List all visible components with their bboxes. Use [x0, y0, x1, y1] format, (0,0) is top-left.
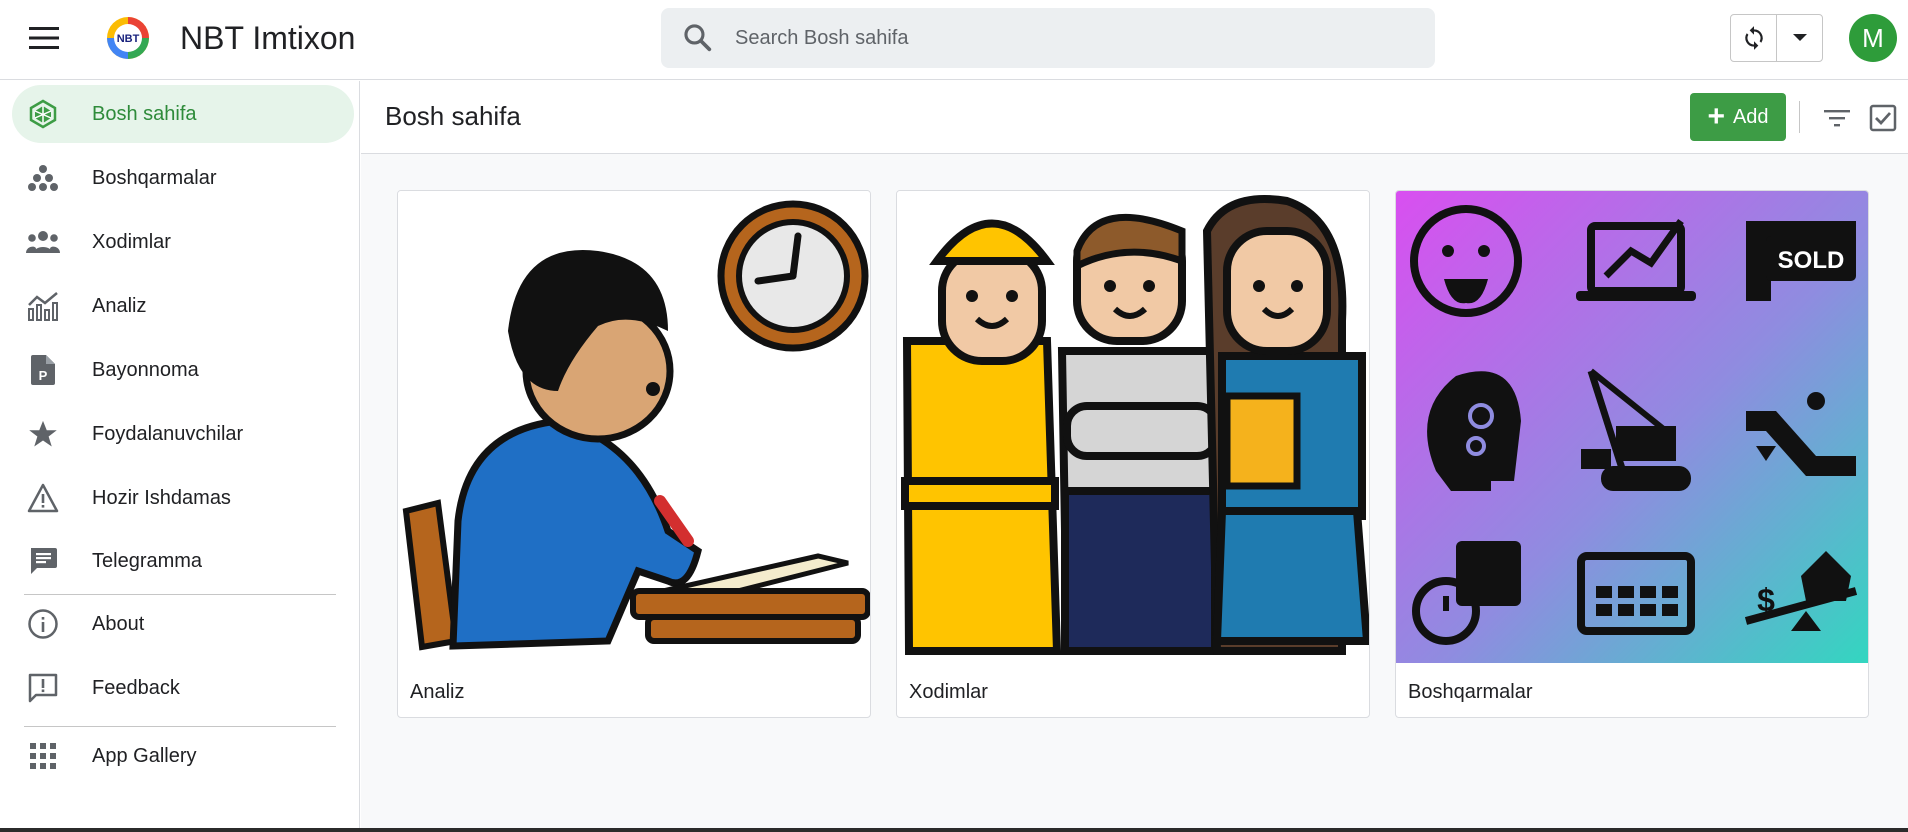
sync-button[interactable] [1731, 15, 1777, 61]
card-boshqarmalar[interactable]: SOLD $ Boshqarmalar [1395, 190, 1869, 718]
sidebar-item-label: App Gallery [92, 744, 197, 767]
sidebar-item-label: Telegramma [92, 549, 203, 572]
sidebar-item-about[interactable]: About [12, 595, 354, 653]
sidebar-item-analiz[interactable]: Analiz [12, 277, 354, 335]
svg-text:P: P [39, 368, 48, 383]
sync-icon [1744, 26, 1763, 50]
plus-icon: + [1707, 100, 1725, 133]
search-bar[interactable] [661, 8, 1435, 68]
sidebar-item-boshqarmalar[interactable]: Boshqarmalar [12, 149, 354, 207]
app-logo: NBT [107, 17, 149, 59]
sidebar-item-label: Xodimlar [92, 230, 171, 253]
feedback-icon [26, 671, 60, 705]
group-dots-icon [26, 161, 60, 195]
top-app-bar: NBT NBT Imtixon M [0, 0, 1908, 80]
dropdown-arrow-icon [1792, 34, 1807, 41]
sidebar-item-hozir-ishdamas[interactable]: Hozir Ishdamas [12, 469, 354, 527]
star-icon [26, 417, 60, 451]
avatar[interactable]: M [1849, 14, 1897, 62]
workers-illustration [897, 191, 1369, 663]
page-title: Bosh sahifa [385, 101, 521, 131]
menu-icon [29, 27, 59, 49]
add-button-label: Add [1732, 105, 1769, 128]
sidebar-item-label: Feedback [92, 676, 180, 699]
info-icon [26, 607, 60, 641]
people-icon [26, 225, 60, 259]
sidebar-item-xodimlar[interactable]: Xodimlar [12, 213, 354, 271]
sync-button-group [1730, 14, 1823, 62]
card-xodimlar[interactable]: Xodimlar [896, 190, 1370, 718]
sync-dropdown-button[interactable] [1777, 15, 1822, 61]
sidebar: Bosh sahifa Boshqarmalar Xodimlar Analiz… [0, 81, 360, 832]
toolbar-divider [1799, 101, 1800, 133]
search-input[interactable] [735, 8, 1435, 68]
sidebar-item-telegramma[interactable]: Telegramma [12, 532, 354, 590]
sidebar-item-bosh-sahifa[interactable]: Bosh sahifa [12, 85, 354, 143]
menu-button[interactable] [24, 18, 64, 58]
select-all-checkbox[interactable] [1866, 101, 1900, 135]
home-icon [26, 97, 60, 131]
sidebar-item-label: Bosh sahifa [92, 102, 197, 125]
svg-text:SOLD: SOLD [1778, 247, 1845, 274]
main-content: Bosh sahifa + Add Analiz Xodimlar SOLD $… [361, 81, 1908, 832]
sidebar-item-label: Hozir Ishdamas [92, 486, 231, 509]
analytics-icon [26, 289, 60, 323]
sidebar-item-label: Boshqarmalar [92, 166, 217, 189]
filter-icon [1824, 110, 1850, 127]
card-label: Boshqarmalar [1408, 681, 1533, 703]
document-p-icon: P [26, 353, 60, 387]
sidebar-item-bayonnoma[interactable]: P Bayonnoma [12, 341, 354, 399]
sidebar-item-foydalanuvchilar[interactable]: Foydalanuvchilar [12, 405, 354, 463]
checkbox-checked-icon [1869, 104, 1897, 132]
window-bottom-edge [0, 828, 1908, 832]
filter-button[interactable] [1820, 101, 1854, 135]
search-icon [684, 24, 712, 52]
sidebar-item-feedback[interactable]: Feedback [12, 659, 354, 717]
warning-icon [26, 481, 60, 515]
grid-icon [26, 739, 60, 773]
card-analiz[interactable]: Analiz [397, 190, 871, 718]
page-toolbar: Bosh sahifa + Add [361, 81, 1908, 154]
card-label: Xodimlar [909, 681, 988, 703]
sidebar-item-label: Analiz [92, 294, 147, 317]
sidebar-item-label: About [92, 612, 145, 635]
business-icons-illustration: SOLD $ [1396, 191, 1868, 663]
app-title: NBT Imtixon [180, 20, 356, 56]
sidebar-item-app-gallery[interactable]: App Gallery [12, 727, 354, 785]
card-label: Analiz [410, 681, 465, 703]
sidebar-item-label: Foydalanuvchilar [92, 422, 244, 445]
sidebar-item-label: Bayonnoma [92, 358, 199, 381]
message-icon [26, 544, 60, 578]
add-button[interactable]: + Add [1690, 93, 1786, 141]
student-writing-illustration [398, 191, 870, 663]
svg-text:$: $ [1757, 582, 1775, 618]
svg-text:NBT: NBT [117, 33, 140, 45]
